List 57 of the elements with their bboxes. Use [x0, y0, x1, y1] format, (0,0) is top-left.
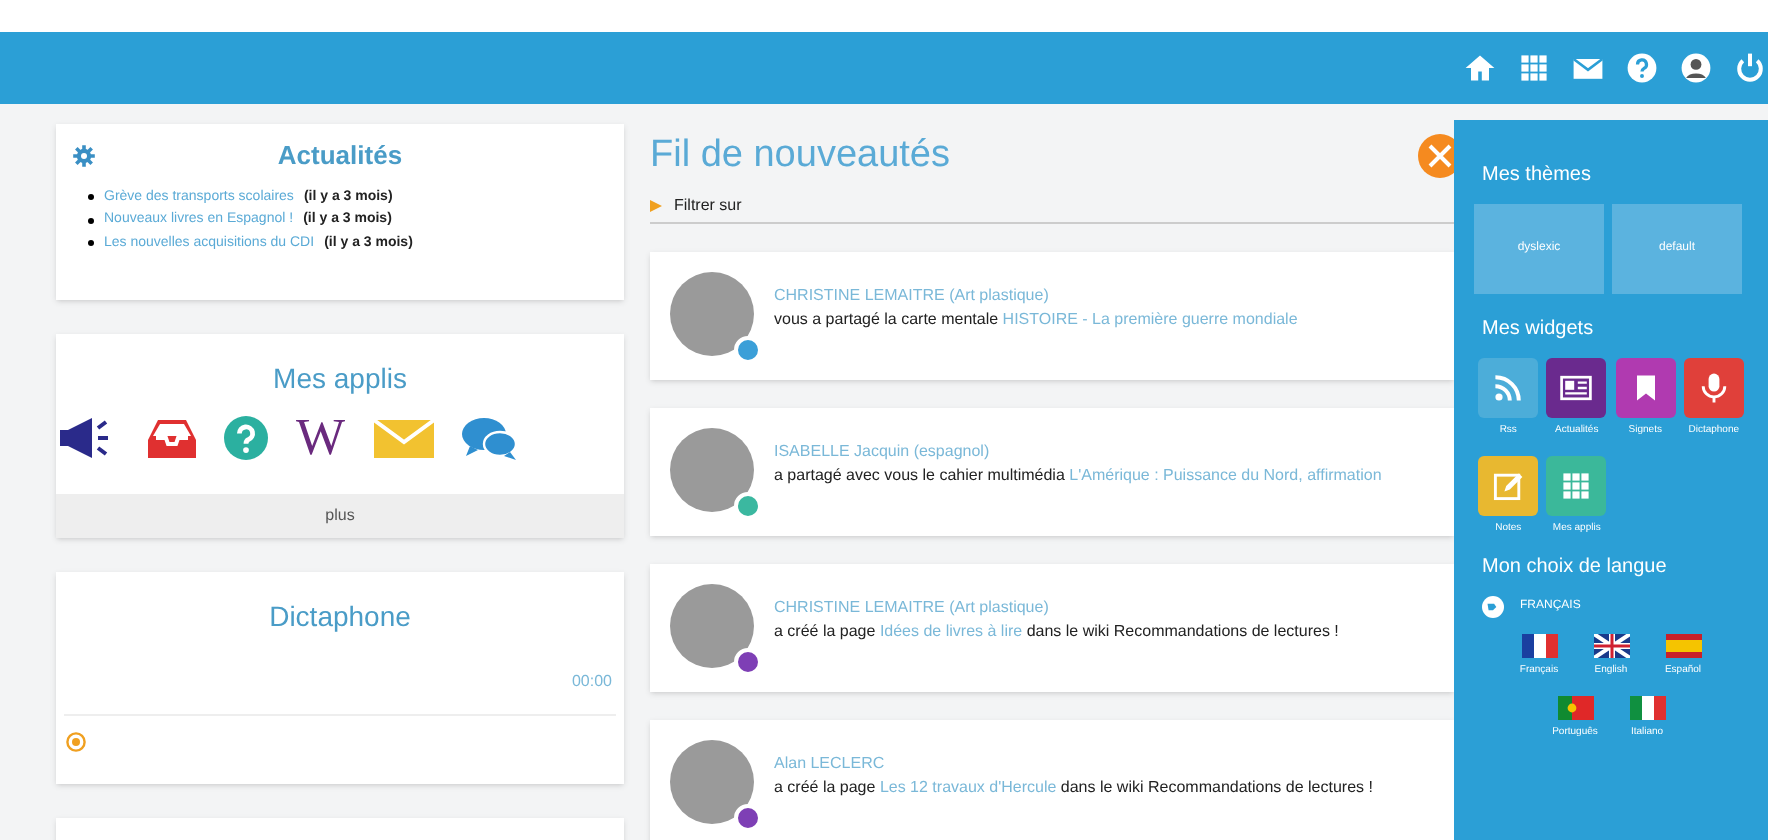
activity-text: a partagé avec vous le cahier multimédia L'Amérique : Puissance du Nord, affirmation — [774, 464, 1384, 486]
card-title: Mes applis — [271, 360, 409, 398]
power-icon[interactable] — [1732, 50, 1768, 86]
flag-icon — [1665, 634, 1701, 658]
author-name[interactable]: CHRISTINE LEMAITRE (Art plastique) — [774, 596, 1410, 620]
link[interactable]: HISTOIRE - La première guerre mondiale — [1002, 310, 1298, 328]
help-icon[interactable] — [224, 416, 268, 460]
widget-tile[interactable] — [1615, 358, 1676, 418]
caret-icon[interactable] — [650, 199, 662, 211]
author-name[interactable]: CHRISTINE LEMAITRE (Art plastique) — [774, 284, 1410, 308]
inbox-icon[interactable] — [148, 416, 196, 460]
chat-icon[interactable] — [461, 416, 518, 460]
activity-text: a créé la page Idées de livres à lire dans le wiki Recommandations de lectures ! — [774, 620, 1341, 642]
mail-icon[interactable] — [373, 416, 434, 460]
card-title: Actualités — [275, 138, 405, 174]
avatar-placeholder — [670, 584, 754, 668]
flag-icon — [1557, 695, 1593, 719]
filter-label[interactable]: Filtrer sur — [674, 193, 742, 217]
globe-icon — [1482, 596, 1504, 618]
flag-icon — [1629, 695, 1665, 719]
home-icon[interactable] — [1462, 50, 1498, 86]
feed-title: Fil de nouveautés — [650, 131, 950, 180]
section-title: Mes thèmes — [1482, 162, 1593, 190]
more-button[interactable]: plus — [56, 494, 624, 538]
avatar-placeholder — [670, 740, 754, 824]
settings-icon[interactable] — [72, 143, 96, 168]
avatar-placeholder — [670, 272, 754, 356]
author-name[interactable]: ISABELLE Jacquin (espagnol) — [774, 440, 1410, 464]
bullet-icon — [88, 217, 94, 224]
grid-icon[interactable] — [1516, 50, 1552, 86]
widget-tile[interactable] — [1478, 455, 1539, 515]
author-name[interactable]: Alan LECLERC — [774, 752, 1410, 776]
section-title: Mes widgets — [1482, 316, 1596, 344]
avatar-placeholder — [670, 428, 754, 512]
activity-text: vous a partagé la carte mentale HISTOIRE - La première guerre mondiale — [774, 308, 1300, 330]
widget-tile[interactable] — [1546, 358, 1607, 418]
bullet-icon — [88, 240, 94, 247]
card-title: Dictaphone — [267, 598, 413, 636]
flag-icon — [1593, 634, 1629, 658]
avatar-icon[interactable] — [1678, 50, 1714, 86]
activity-text: a créé la page Les 12 travaux d'Hercule dans le wiki Recommandations de lectures ! — [774, 776, 1375, 798]
widget-tile[interactable] — [1478, 358, 1539, 418]
bullet-icon — [88, 194, 94, 201]
timer-text: 00:00 — [571, 670, 614, 694]
widget-tile[interactable] — [1546, 455, 1607, 515]
record-icon[interactable] — [66, 732, 86, 752]
news-icon — [1558, 370, 1595, 406]
wiki-icon[interactable]: W — [296, 412, 346, 464]
link[interactable]: Les 12 travaux d'Hercule — [879, 778, 1057, 796]
link[interactable]: Idées de livres à lire — [879, 622, 1023, 640]
rss-icon — [1490, 370, 1527, 406]
flag-icon — [1521, 634, 1557, 658]
widget-tile[interactable] — [1683, 358, 1744, 418]
help-icon[interactable] — [1624, 50, 1660, 86]
apps-icon — [1558, 467, 1595, 503]
link[interactable]: L'Amérique : Puissance du Nord, affirmation — [1069, 466, 1382, 484]
section-title: Mon choix de langue — [1482, 554, 1669, 582]
